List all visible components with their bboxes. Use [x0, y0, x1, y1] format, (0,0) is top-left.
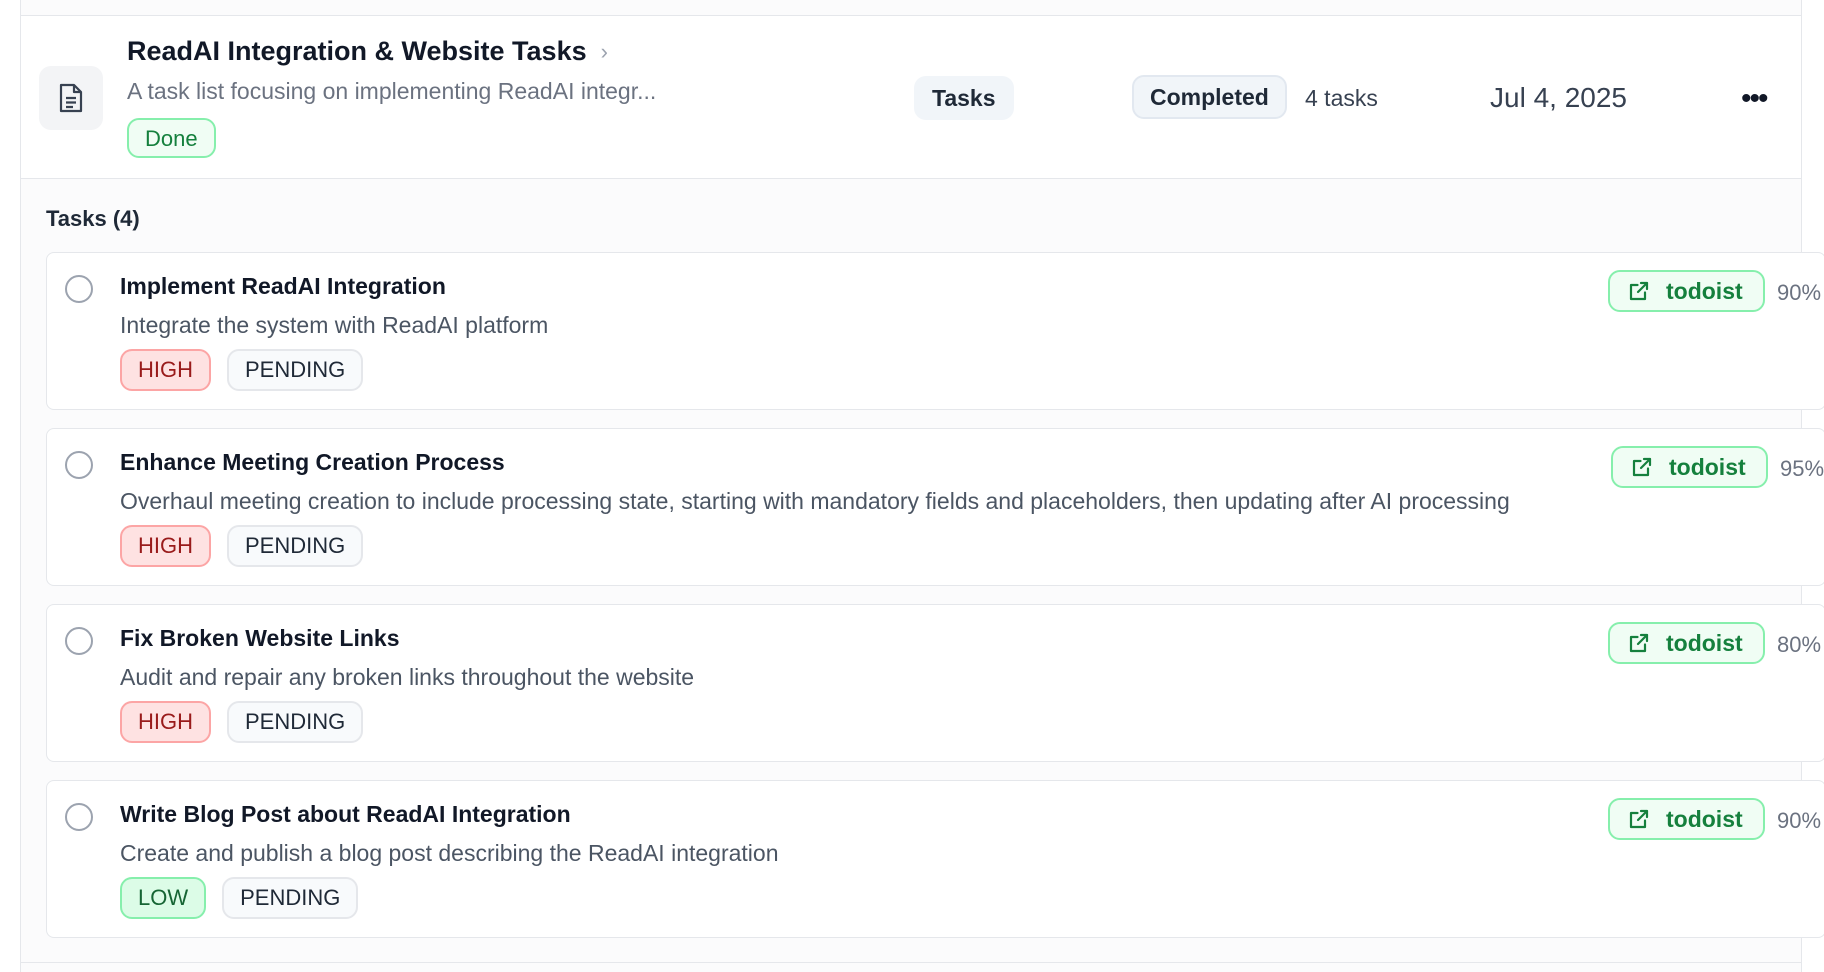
task-count: 4 tasks [1305, 85, 1378, 111]
task-title[interactable]: Implement ReadAI Integration [120, 273, 446, 300]
task-list-date: Jul 4, 2025 [1490, 82, 1627, 113]
tasks-section-heading: Tasks (4) [46, 206, 140, 231]
task-list-row[interactable]: ReadAI Integration & Website Tasks › A t… [21, 16, 1801, 179]
circle-checkbox-icon[interactable] [65, 451, 93, 479]
todoist-link-button[interactable]: todoist [1608, 270, 1765, 312]
task-list-description: A task list focusing on implementing Rea… [127, 78, 657, 104]
circle-checkbox-icon[interactable] [65, 627, 93, 655]
source-label: todoist [1666, 629, 1743, 656]
task-list-title-text: ReadAI Integration & Website Tasks [127, 36, 587, 66]
task-card: Write Blog Post about ReadAI Integration… [46, 780, 1824, 938]
priority-badge: HIGH [120, 525, 211, 567]
source-label: todoist [1666, 805, 1743, 832]
task-list-panel: ReadAI Integration & Website Tasks › A t… [20, 0, 1824, 972]
task-progress: 80% [1777, 632, 1822, 657]
external-link-icon [1629, 633, 1649, 653]
task-title[interactable]: Write Blog Post about ReadAI Integration [120, 801, 571, 828]
task-card: Enhance Meeting Creation Process Overhau… [46, 428, 1824, 586]
source-label: todoist [1666, 277, 1743, 304]
task-progress: 90% [1777, 280, 1822, 305]
task-card: Implement ReadAI Integration Integrate t… [46, 252, 1824, 410]
task-description: Overhaul meeting creation to include pro… [120, 488, 1510, 514]
todoist-link-button[interactable]: todoist [1608, 798, 1765, 840]
task-progress: 90% [1777, 808, 1822, 833]
external-link-icon [1629, 809, 1649, 829]
todoist-link-button[interactable]: todoist [1608, 622, 1765, 664]
status-badge: Completed [1132, 75, 1287, 119]
circle-checkbox-icon[interactable] [65, 275, 93, 303]
type-badge: Tasks [914, 76, 1014, 120]
task-description: Integrate the system with ReadAI platfor… [120, 312, 549, 338]
task-list-title[interactable]: ReadAI Integration & Website Tasks › [127, 36, 608, 67]
status-badge: PENDING [227, 525, 364, 567]
status-badge: PENDING [227, 701, 364, 743]
document-icon [39, 66, 103, 130]
external-link-icon [1632, 457, 1652, 477]
done-badge: Done [127, 118, 216, 158]
task-title[interactable]: Enhance Meeting Creation Process [120, 449, 505, 476]
status-badge: PENDING [222, 877, 359, 919]
divider [21, 962, 1801, 963]
task-progress: 95% [1780, 456, 1824, 481]
task-description: Audit and repair any broken links throug… [120, 664, 695, 690]
todoist-link-button[interactable]: todoist [1611, 446, 1768, 488]
priority-badge: HIGH [120, 349, 211, 391]
chevron-right-icon: › [600, 38, 608, 64]
status-badge: PENDING [227, 349, 364, 391]
task-card: Fix Broken Website Links Audit and repai… [46, 604, 1824, 762]
priority-badge: LOW [120, 877, 207, 919]
task-description: Create and publish a blog post describin… [120, 840, 779, 866]
source-label: todoist [1669, 453, 1746, 480]
external-link-icon [1629, 281, 1649, 301]
task-title[interactable]: Fix Broken Website Links [120, 625, 399, 652]
more-options-icon[interactable]: ••• [1741, 82, 1768, 116]
priority-badge: HIGH [120, 701, 211, 743]
circle-checkbox-icon[interactable] [65, 803, 93, 831]
